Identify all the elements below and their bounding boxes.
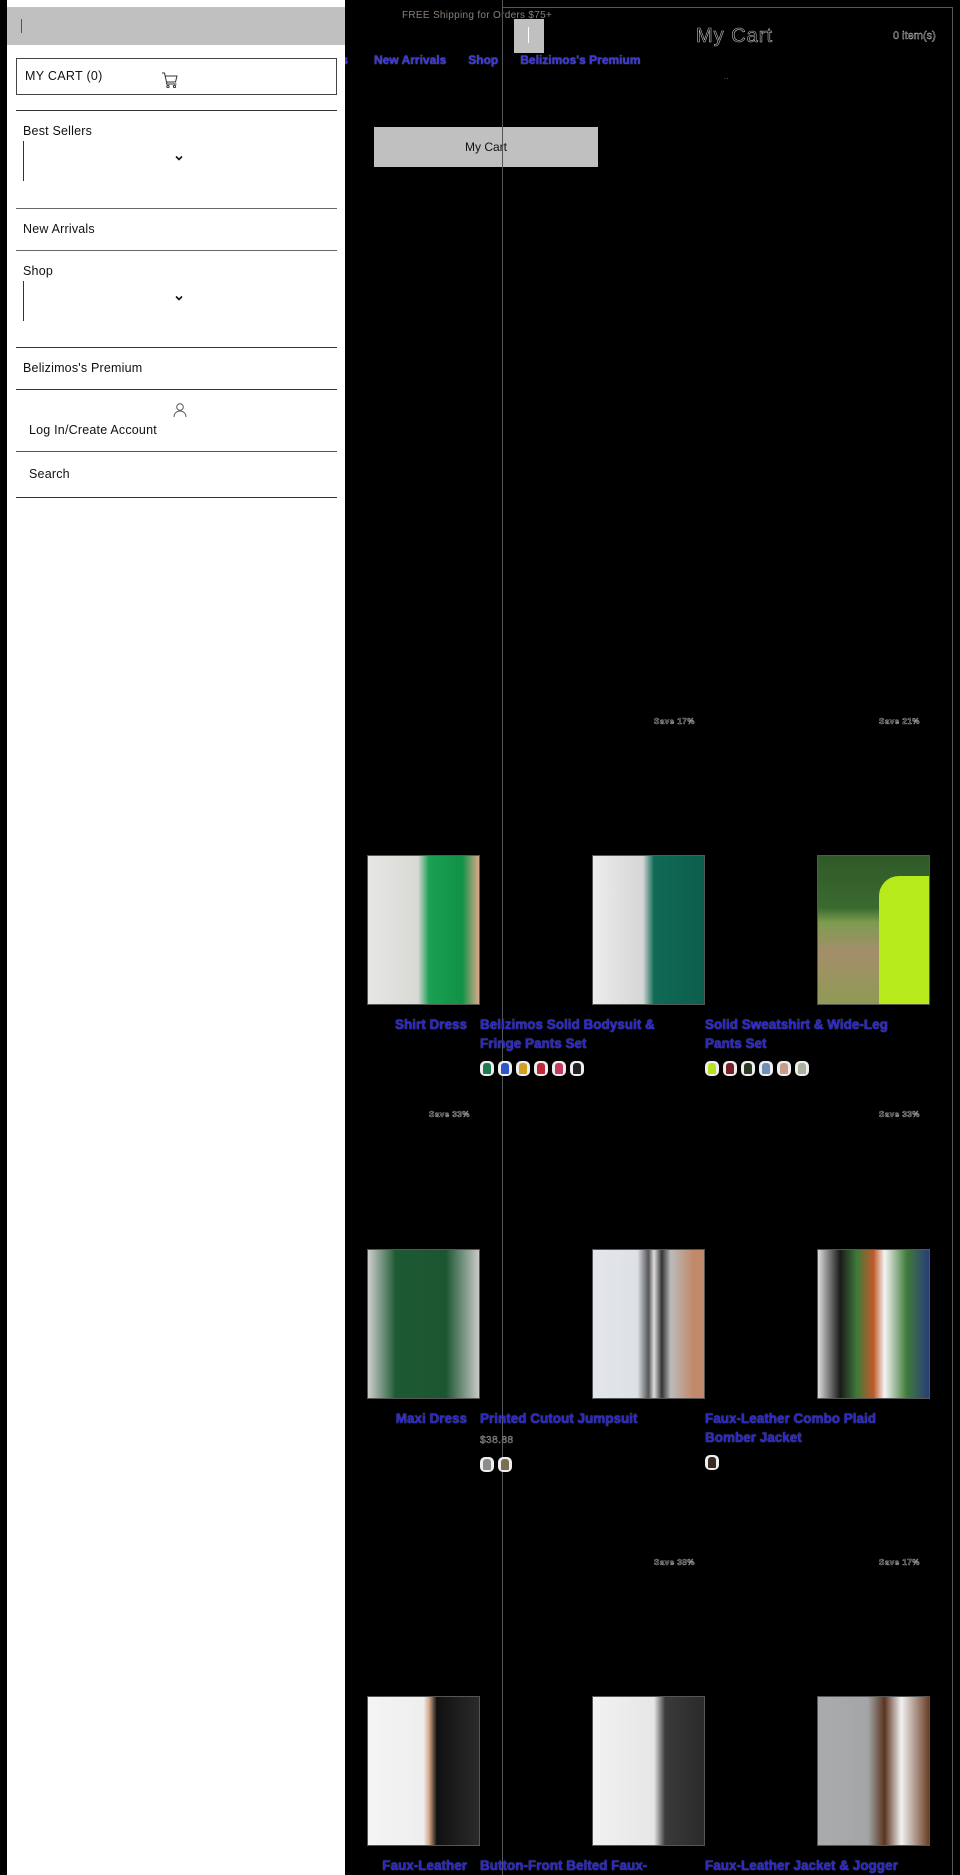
color-swatch[interactable] (480, 1457, 494, 1472)
product-image[interactable] (367, 855, 480, 1005)
product-image[interactable] (367, 1249, 480, 1399)
sale-badge: Save 17% (879, 1558, 920, 1567)
drawer-search-bar[interactable] (7, 7, 345, 45)
drawer-search-link[interactable]: Search (29, 467, 70, 481)
divider (16, 110, 337, 111)
color-swatches (480, 1061, 584, 1076)
product-title[interactable]: Printed Cutout Jumpsuit (480, 1409, 700, 1428)
color-swatch[interactable] (480, 1061, 494, 1076)
color-swatch[interactable] (498, 1061, 512, 1076)
color-swatch[interactable] (516, 1061, 530, 1076)
cart-panel-close-button[interactable] (514, 19, 544, 53)
drawer-menu-new-arrivals[interactable]: New Arrivals (23, 222, 95, 236)
drawer-menu-shop[interactable]: Shop (23, 264, 53, 278)
color-swatches (480, 1457, 512, 1472)
product-image[interactable] (592, 1249, 705, 1399)
drawer-menu-premium[interactable]: Belizimos's Premium (23, 361, 142, 375)
mobile-menu-drawer: MY CART (0) Best Sellers New Arrivals Sh… (7, 0, 345, 1875)
product-image[interactable] (592, 855, 705, 1005)
product-title[interactable]: Faux-Leather Jacket & Jogger (705, 1856, 935, 1875)
divider (16, 208, 337, 209)
color-swatch[interactable] (723, 1061, 737, 1076)
sale-badge: Save 33% (879, 1110, 920, 1119)
product-title[interactable]: Belizimos Solid Bodysuit & Fringe Pants … (480, 1015, 690, 1053)
sale-badge: Save 17% (654, 717, 695, 726)
login-create-account-link[interactable]: Log In/Create Account (29, 423, 157, 437)
color-swatch[interactable] (705, 1061, 719, 1076)
divider (16, 347, 337, 348)
sale-badge: Save 33% (429, 1110, 470, 1119)
product-image[interactable] (592, 1696, 705, 1846)
color-swatch[interactable] (759, 1061, 773, 1076)
product-image[interactable] (817, 1249, 930, 1399)
divider (16, 451, 337, 452)
product-title[interactable]: Button-Front Belted Faux- (480, 1856, 700, 1875)
product-image[interactable] (817, 855, 930, 1005)
cart-panel-title: My Cart (696, 25, 773, 48)
color-swatch[interactable] (705, 1455, 719, 1470)
shop-dropdown[interactable] (23, 281, 183, 321)
cart-icon (162, 72, 178, 89)
product-image[interactable] (367, 1696, 480, 1846)
divider (16, 389, 337, 390)
product-title[interactable]: Faux-Leather Combo Plaid Bomber Jacket (705, 1409, 915, 1447)
product-title[interactable]: Solid Sweatshirt & Wide-Leg Pants Set (705, 1015, 915, 1053)
sale-badge: Save 21% (879, 717, 920, 726)
cart-item-count: 0 item(s) (893, 30, 936, 42)
color-swatch[interactable] (741, 1061, 755, 1076)
color-swatch[interactable] (552, 1061, 566, 1076)
product-price: $38.88 (480, 1435, 514, 1446)
sale-badge: Save 38% (654, 1558, 695, 1567)
best-sellers-dropdown[interactable] (23, 141, 183, 181)
color-swatches (705, 1455, 719, 1470)
text-caret (21, 19, 22, 33)
close-icon (528, 27, 529, 43)
nav-shop[interactable]: Shop (468, 53, 498, 67)
drawer-menu-best-sellers[interactable]: Best Sellers (23, 124, 92, 138)
color-swatch[interactable] (795, 1061, 809, 1076)
color-swatch[interactable] (498, 1457, 512, 1472)
drawer-cart-label: MY CART (0) (25, 69, 103, 83)
color-swatch[interactable] (777, 1061, 791, 1076)
nav-new-arrivals[interactable]: New Arrivals (374, 53, 446, 67)
user-icon (173, 403, 187, 418)
cart-panel-loading: .. (724, 72, 729, 81)
drawer-cart-link[interactable]: MY CART (0) (16, 58, 337, 95)
divider (16, 497, 337, 498)
divider (16, 250, 337, 251)
product-image[interactable] (817, 1696, 930, 1846)
color-swatch[interactable] (534, 1061, 548, 1076)
color-swatches (705, 1061, 809, 1076)
chevron-down-icon (175, 155, 183, 161)
chevron-down-icon (175, 295, 183, 301)
color-swatch[interactable] (570, 1061, 584, 1076)
